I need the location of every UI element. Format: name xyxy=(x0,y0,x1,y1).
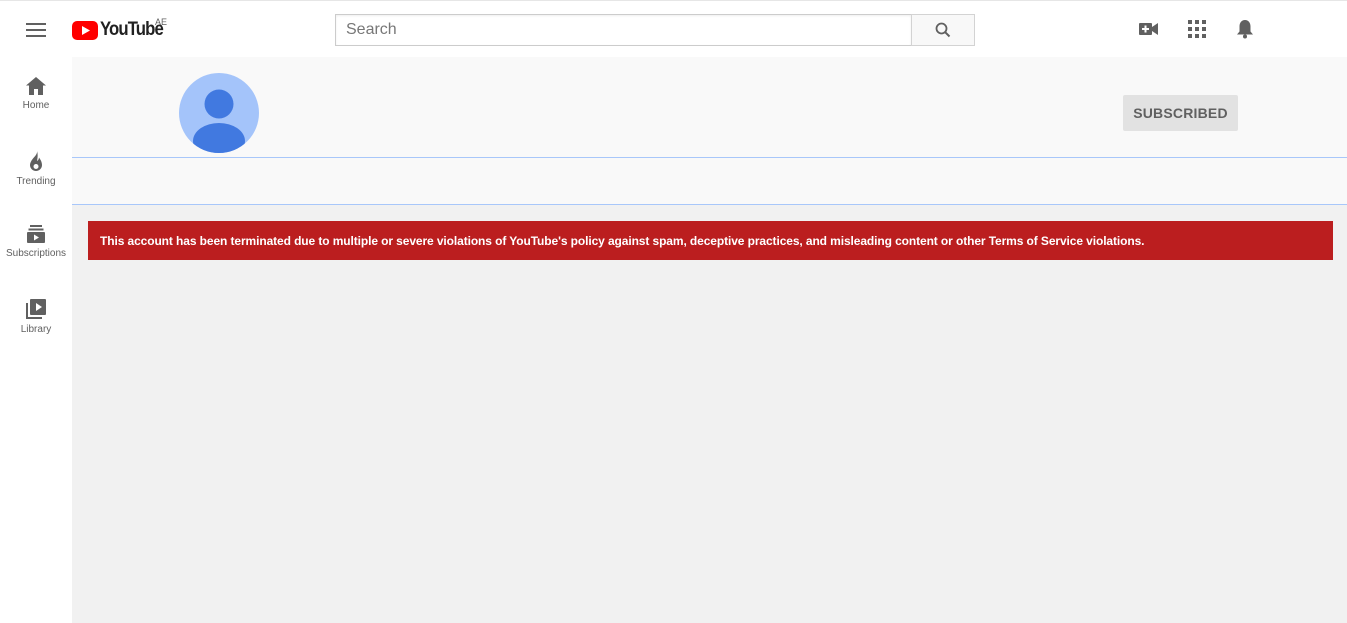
sidebar-item-library[interactable]: Library xyxy=(0,279,72,353)
sidebar-item-label: Home xyxy=(22,100,50,111)
channel-header: SUBSCRIBED xyxy=(72,57,1347,158)
youtube-play-icon xyxy=(72,20,98,40)
subscriptions-icon xyxy=(27,225,45,243)
search-button[interactable] xyxy=(911,14,975,46)
bell-icon xyxy=(1237,20,1253,39)
search-icon xyxy=(935,22,951,38)
channel-avatar[interactable] xyxy=(179,73,259,153)
create-video-button[interactable] xyxy=(1137,17,1161,41)
library-icon xyxy=(26,299,46,319)
search-bar xyxy=(335,14,975,46)
search-input[interactable] xyxy=(335,14,911,46)
flame-icon xyxy=(30,151,42,171)
apps-button[interactable] xyxy=(1185,17,1209,41)
menu-button[interactable] xyxy=(20,14,52,46)
top-bar: YouTube AE xyxy=(0,0,1347,57)
sidebar-item-label: Library xyxy=(20,324,52,335)
sidebar-item-label: Subscriptions xyxy=(5,248,67,259)
home-icon xyxy=(26,77,46,95)
logo-text: YouTube xyxy=(100,19,164,40)
menu-icon xyxy=(26,23,46,37)
apps-grid-icon xyxy=(1188,20,1206,38)
sidebar-item-trending[interactable]: Trending xyxy=(0,131,72,205)
termination-alert: This account has been terminated due to … xyxy=(88,221,1333,260)
subscribed-button[interactable]: SUBSCRIBED xyxy=(1123,95,1238,131)
notifications-button[interactable] xyxy=(1233,17,1257,41)
country-code: AE xyxy=(155,17,168,27)
sidebar: Home Trending Subscriptions Library xyxy=(0,57,72,623)
youtube-logo[interactable]: YouTube AE xyxy=(72,17,171,41)
main-content: SUBSCRIBED This account has been termina… xyxy=(72,57,1347,623)
video-camera-add-icon xyxy=(1139,23,1158,35)
channel-tabs-bar xyxy=(72,158,1347,205)
default-avatar-icon xyxy=(193,89,245,153)
sidebar-item-home[interactable]: Home xyxy=(0,57,72,131)
sidebar-item-label: Trending xyxy=(16,176,56,187)
sidebar-item-subscriptions[interactable]: Subscriptions xyxy=(0,205,72,279)
